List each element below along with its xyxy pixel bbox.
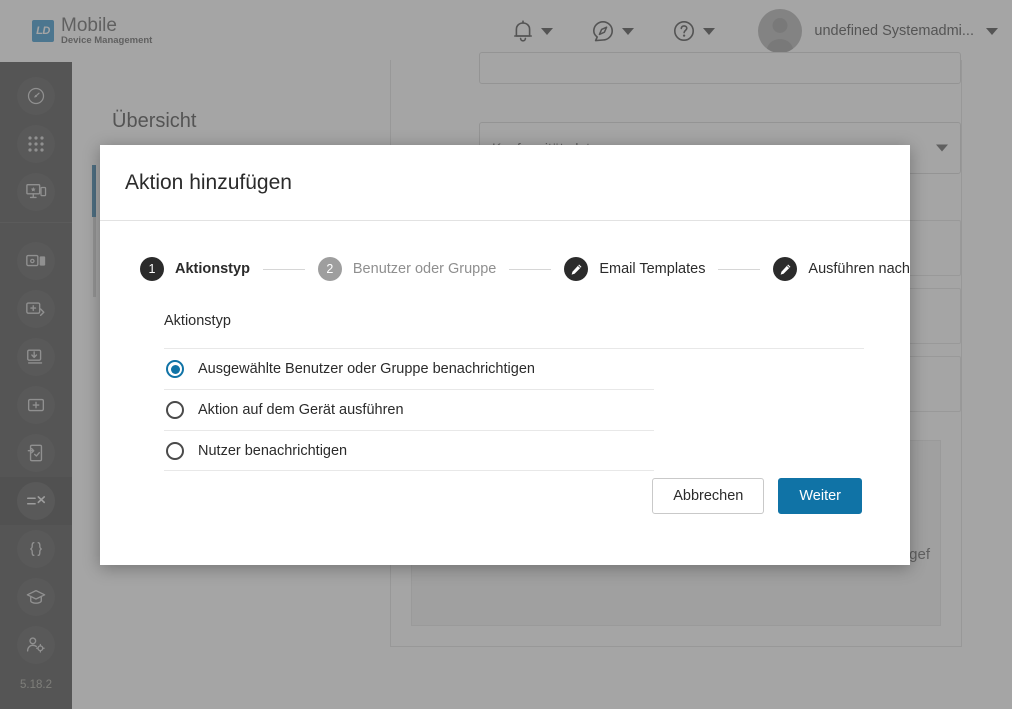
wizard-step-4[interactable]: Ausführen nach — [773, 257, 910, 281]
step-connector — [718, 268, 761, 270]
radio-option-notify-selected-users[interactable]: Ausgewählte Benutzer oder Gruppe benachr… — [164, 348, 864, 389]
pencil-icon — [571, 264, 582, 275]
add-action-dialog: Aktion hinzufügen 1 Aktionstyp 2 Benutze… — [100, 145, 910, 565]
wizard-step-2[interactable]: 2 Benutzer oder Gruppe — [317, 257, 497, 281]
dialog-actions: Abbrechen Weiter — [652, 478, 862, 514]
radio-label: Ausgewählte Benutzer oder Gruppe benachr… — [198, 361, 535, 377]
pencil-icon — [780, 264, 791, 275]
step-connector — [262, 268, 305, 270]
radio-icon — [166, 441, 184, 460]
step-label-3: Email Templates — [599, 261, 706, 277]
radio-label: Nutzer benachrichtigen — [198, 442, 348, 459]
wizard-step-1[interactable]: 1 Aktionstyp — [140, 257, 250, 281]
radio-label: Aktion auf dem Gerät ausführen — [198, 402, 404, 418]
action-type-form: Aktionstyp Ausgewählte Benutzer oder Gru… — [100, 281, 910, 471]
cancel-button[interactable]: Abbrechen — [652, 478, 765, 514]
step-badge-3 — [564, 257, 589, 281]
wizard-step-3[interactable]: Email Templates — [564, 257, 705, 281]
radio-icon-selected — [166, 360, 184, 378]
dialog-header: Aktion hinzufügen — [100, 145, 910, 221]
action-type-label: Aktionstyp — [164, 313, 231, 329]
next-button[interactable]: Weiter — [778, 478, 862, 514]
dialog-title: Aktion hinzufügen — [125, 170, 292, 194]
step-badge-1: 1 — [140, 257, 164, 281]
step-label-4: Ausführen nach — [808, 261, 910, 277]
step-badge-4 — [773, 257, 798, 281]
step-label-2: Benutzer oder Gruppe — [352, 261, 497, 277]
wizard-stepper: 1 Aktionstyp 2 Benutzer oder Gruppe Emai… — [100, 221, 910, 281]
app-root: LD Mobile Device Management — [0, 0, 1012, 709]
action-type-radio-group: Ausgewählte Benutzer oder Gruppe benachr… — [164, 348, 910, 471]
step-label-1: Aktionstyp — [175, 261, 250, 277]
radio-option-notify-user[interactable]: Nutzer benachrichtigen — [164, 430, 654, 471]
radio-icon — [166, 401, 184, 419]
step-badge-2: 2 — [317, 257, 342, 281]
radio-option-execute-on-device[interactable]: Aktion auf dem Gerät ausführen — [164, 389, 654, 430]
step-connector — [509, 268, 552, 270]
